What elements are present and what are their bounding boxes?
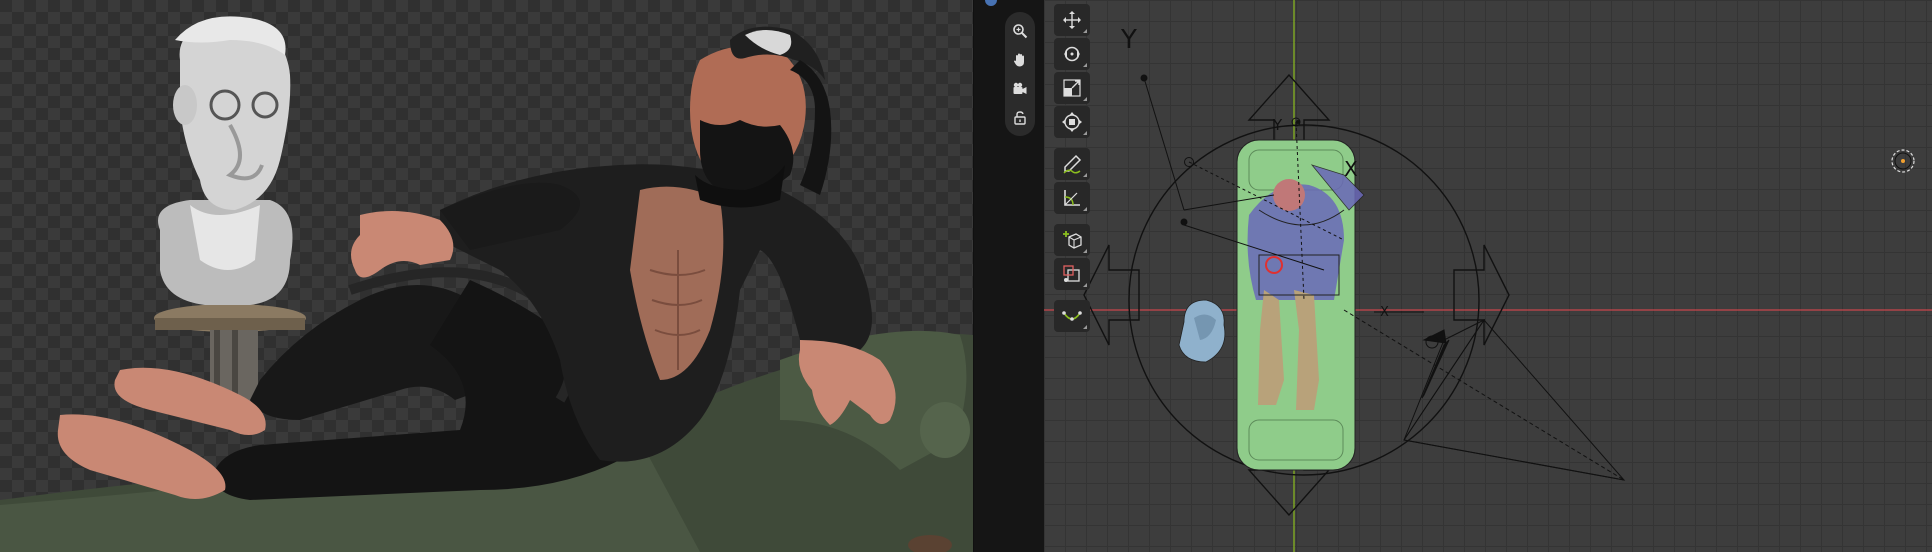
axis-label-y-gizmo: Y <box>1272 116 1283 134</box>
axis-label-x-small: X <box>1380 305 1389 320</box>
annotate-tool-button[interactable] <box>1054 148 1090 180</box>
measure-icon <box>1064 190 1080 206</box>
3d-cursor-icon[interactable] <box>1890 148 1916 174</box>
bust-object <box>1178 299 1226 363</box>
pan-hand-icon[interactable] <box>1008 48 1032 72</box>
curve-tool-button[interactable] <box>1054 300 1090 332</box>
add-cube-tool-button[interactable] <box>1054 224 1090 256</box>
transform-tool-button[interactable] <box>1054 106 1090 138</box>
navigation-gizmo <box>1005 12 1035 136</box>
extrude-icon <box>1063 265 1080 282</box>
scene-overlay: Y Y X X <box>1044 0 1932 552</box>
scale-icon <box>1063 79 1081 97</box>
rotate-tool-button[interactable] <box>1054 38 1090 70</box>
curve-icon <box>1062 311 1082 321</box>
render-viewport[interactable] <box>0 0 974 552</box>
move-icon <box>1063 11 1081 29</box>
annotate-tool-group <box>1054 148 1090 214</box>
transform-icon <box>1062 112 1082 132</box>
move-tool-button[interactable] <box>1054 4 1090 36</box>
scale-tool-button[interactable] <box>1054 72 1090 104</box>
transform-tool-group <box>1054 4 1090 138</box>
lock-icon[interactable] <box>1008 106 1032 130</box>
add-cube-icon <box>1063 231 1082 249</box>
add-tool-group <box>1054 224 1090 290</box>
annotate-icon <box>1063 154 1082 174</box>
axis-label-x-gizmo: X <box>1344 157 1358 181</box>
render-image <box>0 16 973 552</box>
camera-icon[interactable] <box>1008 77 1032 101</box>
axis-label-y-left: Y <box>1120 25 1137 55</box>
rotate-icon <box>1064 46 1080 62</box>
extrude-tool-button[interactable] <box>1054 258 1090 290</box>
measure-tool-button[interactable] <box>1054 182 1090 214</box>
tool-bar <box>1054 4 1090 338</box>
scene-viewport[interactable]: Y Y X X <box>1044 0 1932 552</box>
zoom-icon[interactable] <box>1008 19 1032 43</box>
curve-tool-group <box>1054 300 1090 332</box>
